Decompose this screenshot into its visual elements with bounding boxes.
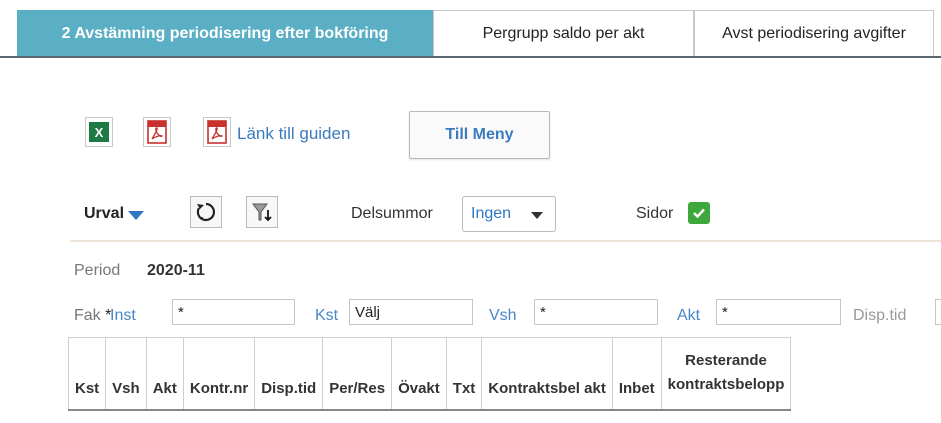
tab-avstamning-periodisering[interactable]: 2 Avstämning periodisering efter bokföri… xyxy=(17,10,433,56)
column-header-akt[interactable]: Akt xyxy=(145,337,184,411)
akt-label: Akt xyxy=(677,307,701,324)
column-header-txt[interactable]: Txt xyxy=(445,337,483,411)
table-header-row: Kst Vsh Akt Kontr.nr Disp.tid Per/Res Öv… xyxy=(67,337,792,411)
till-meny-button[interactable]: Till Meny xyxy=(409,111,550,159)
caret-down-icon xyxy=(128,210,145,220)
column-header-per-res[interactable]: Per/Res xyxy=(322,337,393,411)
refresh-icon xyxy=(196,202,215,222)
chevron-down-icon xyxy=(531,212,543,219)
vsh-input[interactable]: * xyxy=(534,299,658,325)
delsummor-select[interactable]: Ingen xyxy=(462,196,556,232)
tab-bar: 2 Avstämning periodisering efter bokföri… xyxy=(0,10,941,58)
column-header-kontraktsbel-akt[interactable]: Kontraktsbel akt xyxy=(481,337,613,411)
urval-dropdown[interactable]: Urval xyxy=(84,205,145,223)
period-label: Period xyxy=(74,262,121,279)
delsummor-label: Delsummor xyxy=(351,205,433,222)
reset-button[interactable] xyxy=(190,196,222,228)
column-header-disp-tid[interactable]: Disp.tid xyxy=(254,337,324,411)
kst-input[interactable]: Välj xyxy=(349,299,473,325)
checkmark-icon xyxy=(693,208,705,219)
tab-avst-periodisering-avgifter[interactable]: Avst periodisering avgifter xyxy=(694,10,934,56)
urval-label: Urval xyxy=(84,205,125,222)
column-header-resterande-kontraktsbelopp[interactable]: Resterande kontraktsbelopp xyxy=(660,337,792,411)
excel-icon: X xyxy=(89,122,109,142)
fak-label: Fak * xyxy=(74,307,112,324)
export-excel-button[interactable]: X xyxy=(85,117,113,147)
disp-tid-label: Disp.tid xyxy=(853,307,907,324)
sidor-label: Sidor xyxy=(636,205,674,222)
export-pdf-button[interactable] xyxy=(143,117,171,147)
column-header-kontr-nr[interactable]: Kontr.nr xyxy=(182,337,256,411)
column-header-kst[interactable]: Kst xyxy=(67,337,107,411)
tab-pergrupp-saldo[interactable]: Pergrupp saldo per akt xyxy=(433,10,694,56)
filter-sort-button[interactable] xyxy=(246,196,278,228)
period-value: 2020-11 xyxy=(147,262,205,279)
inst-input[interactable]: * xyxy=(172,299,295,325)
kst-label: Kst xyxy=(315,307,339,324)
filter-icon xyxy=(252,203,272,222)
result-table: Kst Vsh Akt Kontr.nr Disp.tid Per/Res Öv… xyxy=(67,337,792,411)
vsh-label: Vsh xyxy=(489,307,517,324)
delsummor-value: Ingen xyxy=(471,205,512,222)
disp-tid-input[interactable]: * xyxy=(935,299,941,325)
pdf-icon xyxy=(147,120,167,144)
divider xyxy=(70,240,941,242)
sidor-checkbox[interactable] xyxy=(688,202,710,224)
inst-label: Inst xyxy=(110,307,136,324)
column-header-vsh[interactable]: Vsh xyxy=(105,337,147,411)
akt-input[interactable]: * xyxy=(716,299,841,325)
column-header-ovakt[interactable]: Övakt xyxy=(391,337,447,411)
guide-pdf-button[interactable] xyxy=(203,117,231,147)
column-header-inbet[interactable]: Inbet xyxy=(611,337,662,411)
pdf-icon xyxy=(207,120,227,144)
guide-link[interactable]: Länk till guiden xyxy=(237,124,350,144)
